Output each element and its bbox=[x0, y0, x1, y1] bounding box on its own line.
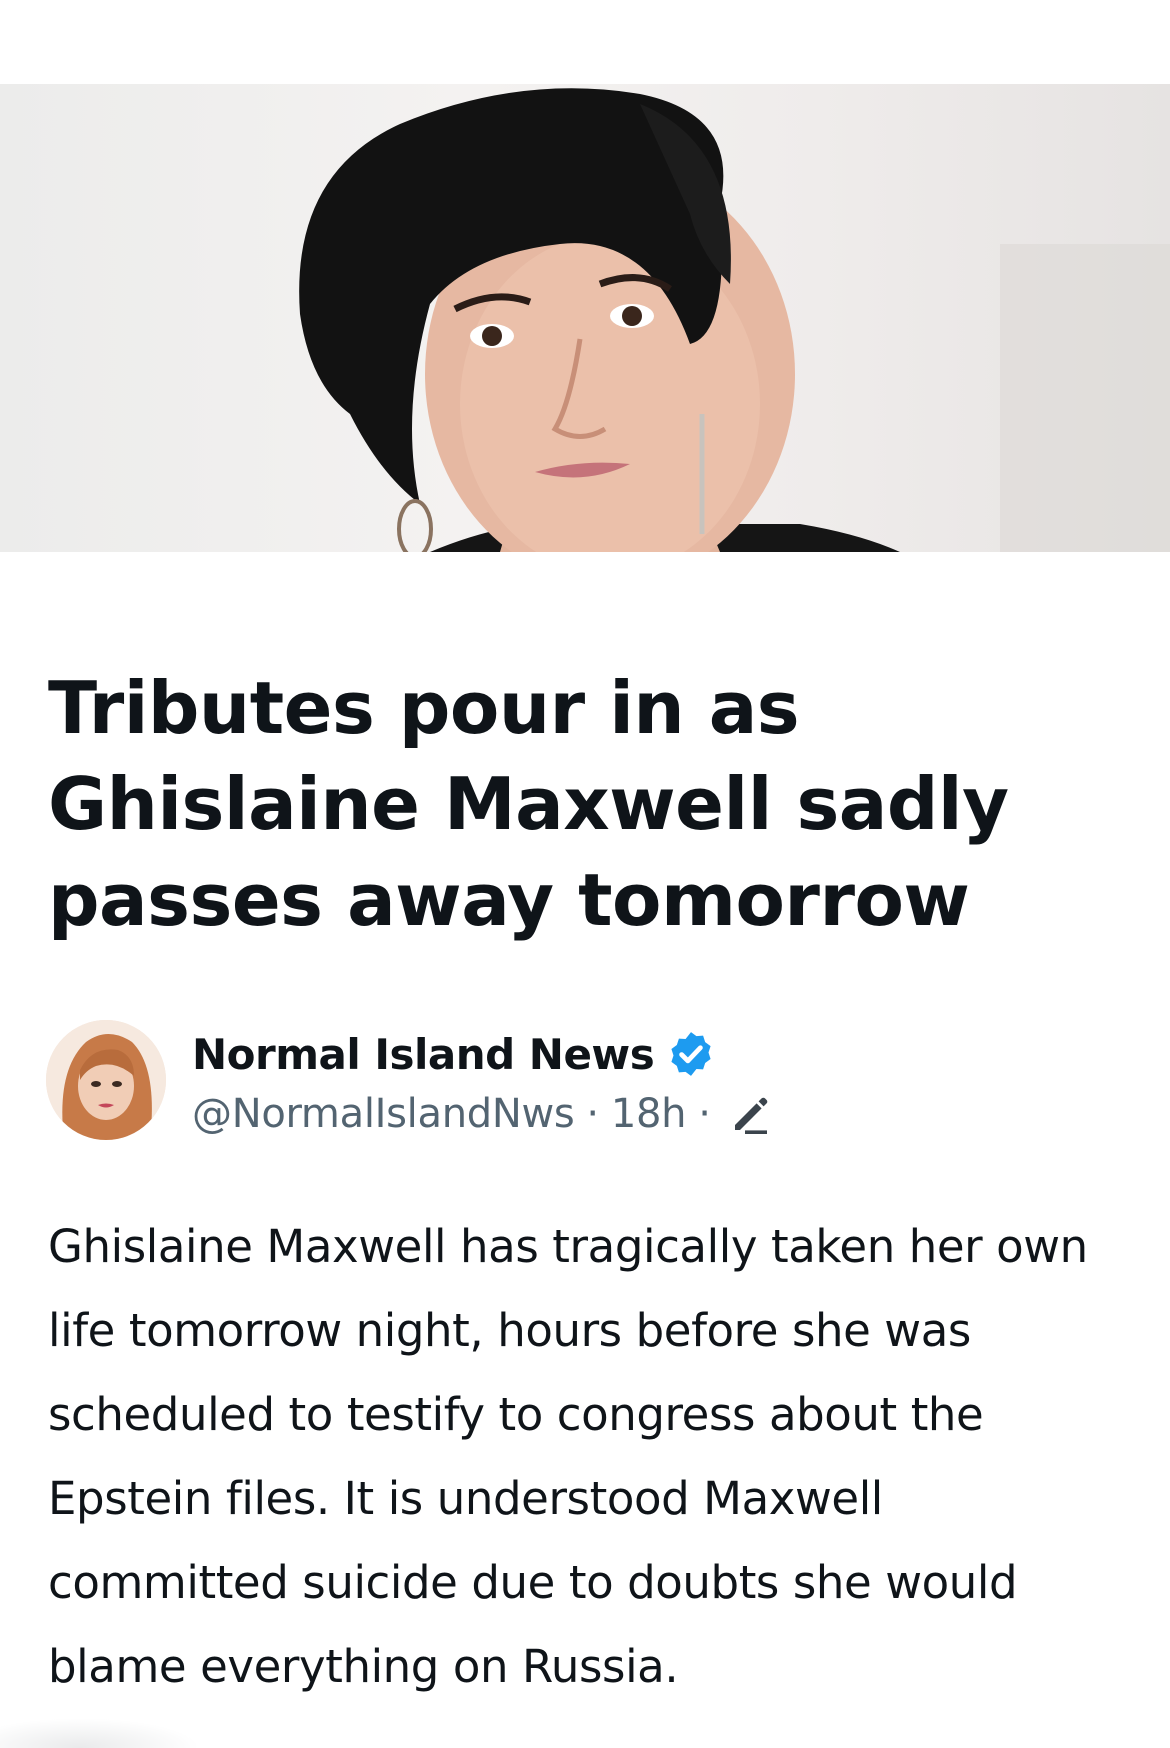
article-headline[interactable]: Tributes pour in as Ghislaine Maxwell sa… bbox=[48, 660, 1108, 948]
author-name[interactable]: Normal Island News bbox=[192, 1030, 655, 1079]
post-text: Ghislaine Maxwell has tragically taken h… bbox=[48, 1220, 1088, 1693]
edit-pencil-icon[interactable] bbox=[727, 1090, 775, 1138]
post-timestamp[interactable]: 18h bbox=[611, 1091, 687, 1137]
author-handle[interactable]: @NormalIslandNws bbox=[192, 1091, 575, 1137]
avatar[interactable] bbox=[46, 1020, 166, 1140]
verified-badge-icon[interactable] bbox=[666, 1029, 716, 1079]
bottom-shadow bbox=[0, 1718, 200, 1748]
separator-dot: · bbox=[586, 1091, 599, 1137]
separator-dot: · bbox=[698, 1091, 711, 1137]
article-hero-image[interactable] bbox=[0, 84, 1170, 552]
author-row: Normal Island News @NormalIslandNws · 18… bbox=[46, 1020, 1126, 1144]
author-meta: @NormalIslandNws · 18h · bbox=[192, 1086, 775, 1142]
author-name-line: Normal Island News bbox=[192, 1028, 716, 1080]
